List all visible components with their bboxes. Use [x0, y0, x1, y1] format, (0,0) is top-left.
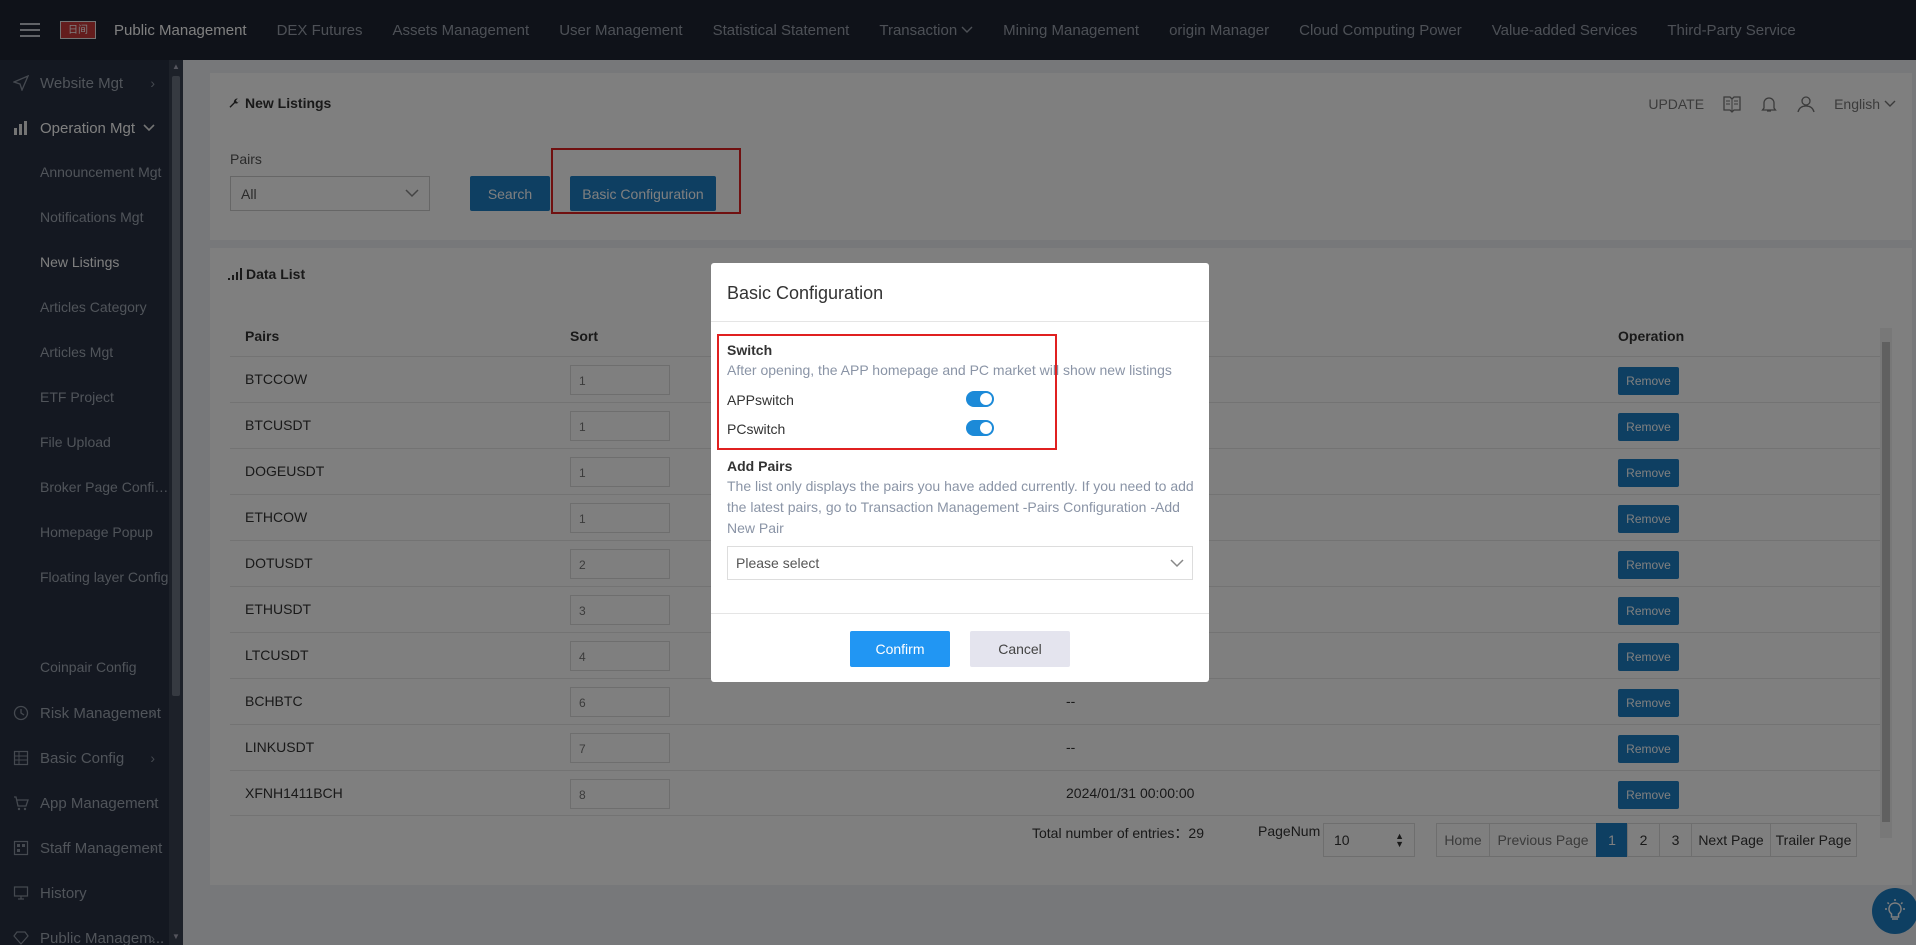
- divider: [711, 321, 1209, 322]
- select-placeholder: Please select: [736, 555, 820, 571]
- add-pairs-description: The list only displays the pairs you hav…: [727, 478, 1194, 536]
- add-pairs-title: Add Pairs: [727, 458, 793, 474]
- cancel-button[interactable]: Cancel: [970, 631, 1070, 667]
- confirm-button[interactable]: Confirm: [850, 631, 950, 667]
- basic-configuration-dialog: Basic Configuration Switch After opening…: [711, 263, 1209, 682]
- chevron-down-icon: [1170, 558, 1184, 567]
- highlight-box: [717, 334, 1057, 450]
- dialog-title: Basic Configuration: [727, 283, 884, 303]
- divider: [711, 613, 1209, 614]
- pairs-multiselect[interactable]: Please select: [727, 546, 1193, 580]
